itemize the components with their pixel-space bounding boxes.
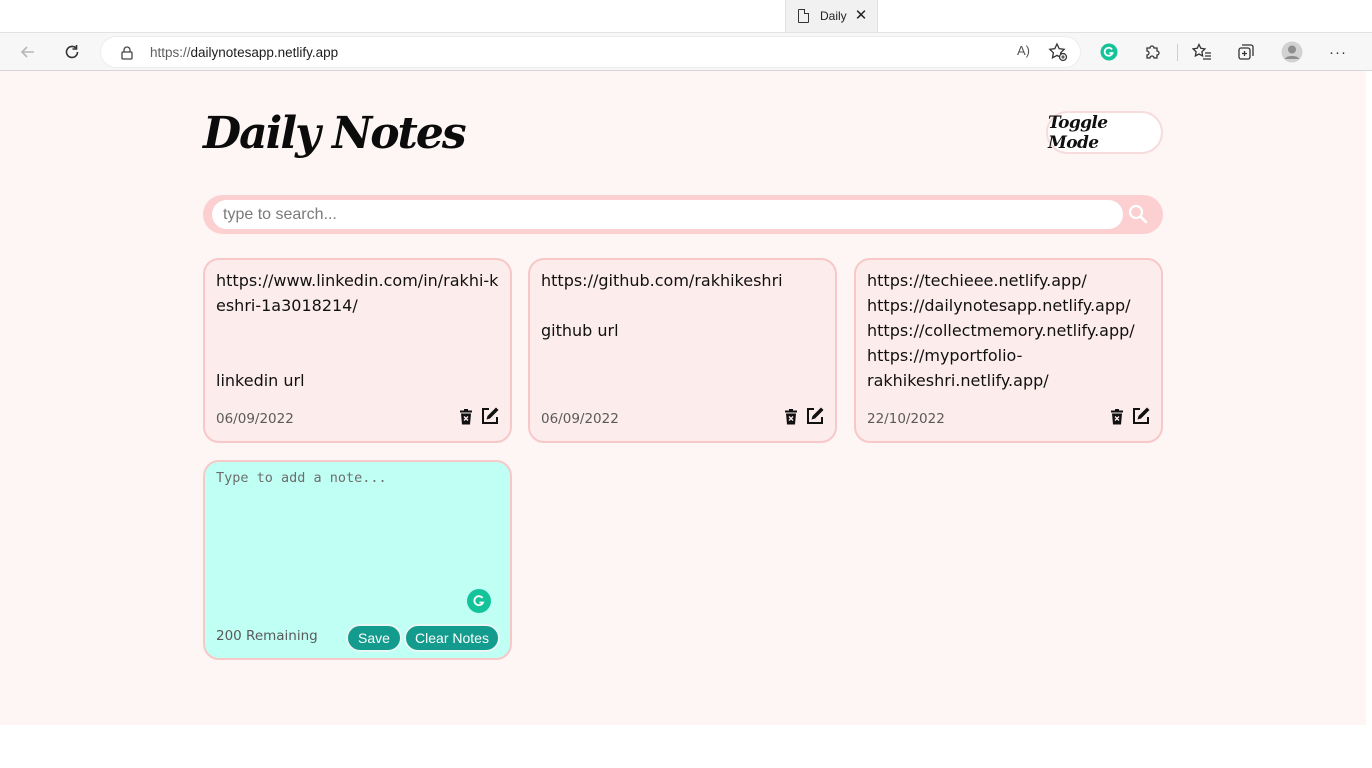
toggle-mode-button[interactable]: Toggle Mode (1046, 111, 1163, 154)
search-input[interactable] (212, 200, 1123, 229)
note-card: https://github.com/rakhikeshri github ur… (528, 258, 837, 443)
browser-toolbar: https://dailynotesapp.netlify.app A) ··· (0, 32, 1372, 71)
url-prefix: https:// (150, 45, 191, 60)
grammarly-badge[interactable] (467, 589, 491, 613)
new-note-card: 200 Remaining Save Clear Notes (203, 460, 512, 660)
note-text: https://www.linkedin.com/in/rakhi-keshri… (216, 271, 499, 390)
note-date: 22/10/2022 (867, 411, 945, 427)
trash-icon[interactable] (460, 409, 472, 425)
browser-tab[interactable]: Daily ✕ (785, 0, 878, 32)
arrow-left-icon (20, 46, 34, 58)
save-button[interactable]: Save (346, 624, 402, 652)
toolbar-divider (1177, 44, 1178, 61)
new-note-input[interactable] (216, 470, 501, 580)
puzzle-icon (1146, 45, 1160, 59)
page-title: Daily Notes (203, 108, 467, 159)
trash-icon[interactable] (1111, 409, 1123, 425)
edit-icon[interactable] (480, 406, 500, 426)
page: Daily Notes Toggle Mode https://www.link… (0, 71, 1366, 725)
grammarly-icon (1100, 43, 1118, 61)
note-text: https://github.com/rakhikeshri github ur… (541, 271, 783, 340)
lock-icon (121, 46, 133, 60)
collections-button[interactable] (1231, 37, 1261, 67)
back-button[interactable] (13, 37, 43, 67)
collections-icon (1238, 44, 1254, 60)
note-date: 06/09/2022 (541, 411, 619, 427)
edit-icon[interactable] (1131, 406, 1151, 426)
note-text: https://techieee.netlify.app/ https://da… (867, 271, 1135, 390)
document-icon (798, 8, 810, 23)
favorites-icon (1192, 43, 1211, 60)
search-icon[interactable] (1128, 204, 1148, 224)
note-card: https://www.linkedin.com/in/rakhi-keshri… (203, 258, 512, 443)
url-host: dailynotesapp.netlify.app (190, 45, 339, 60)
grammarly-icon (473, 595, 485, 607)
tab-title: Daily (820, 9, 847, 23)
grammarly-extension-button[interactable] (1094, 37, 1124, 67)
close-tab-icon[interactable]: ✕ (853, 8, 869, 24)
edit-icon[interactable] (805, 406, 825, 426)
browser-tab-strip: Daily ✕ (0, 0, 1372, 32)
address-bar[interactable]: https://dailynotesapp.netlify.app A) (100, 36, 1081, 68)
more-button[interactable]: ··· (1323, 37, 1353, 67)
read-aloud-icon[interactable]: A) (1017, 43, 1030, 58)
avatar-icon (1281, 41, 1303, 63)
characters-remaining: 200 Remaining (216, 628, 318, 644)
search-bar (203, 195, 1163, 234)
add-favorite-icon[interactable] (1048, 42, 1068, 62)
profile-button[interactable] (1277, 37, 1307, 67)
reload-button[interactable] (57, 37, 87, 67)
note-card: https://techieee.netlify.app/ https://da… (854, 258, 1163, 443)
clear-notes-button[interactable]: Clear Notes (404, 624, 500, 652)
favorites-button[interactable] (1187, 37, 1217, 67)
url-text[interactable]: https://dailynotesapp.netlify.app (150, 45, 338, 60)
trash-icon[interactable] (785, 409, 797, 425)
scrollbar-track[interactable] (1366, 71, 1372, 768)
extensions-button[interactable] (1138, 37, 1168, 67)
reload-icon (65, 45, 79, 59)
note-date: 06/09/2022 (216, 411, 294, 427)
